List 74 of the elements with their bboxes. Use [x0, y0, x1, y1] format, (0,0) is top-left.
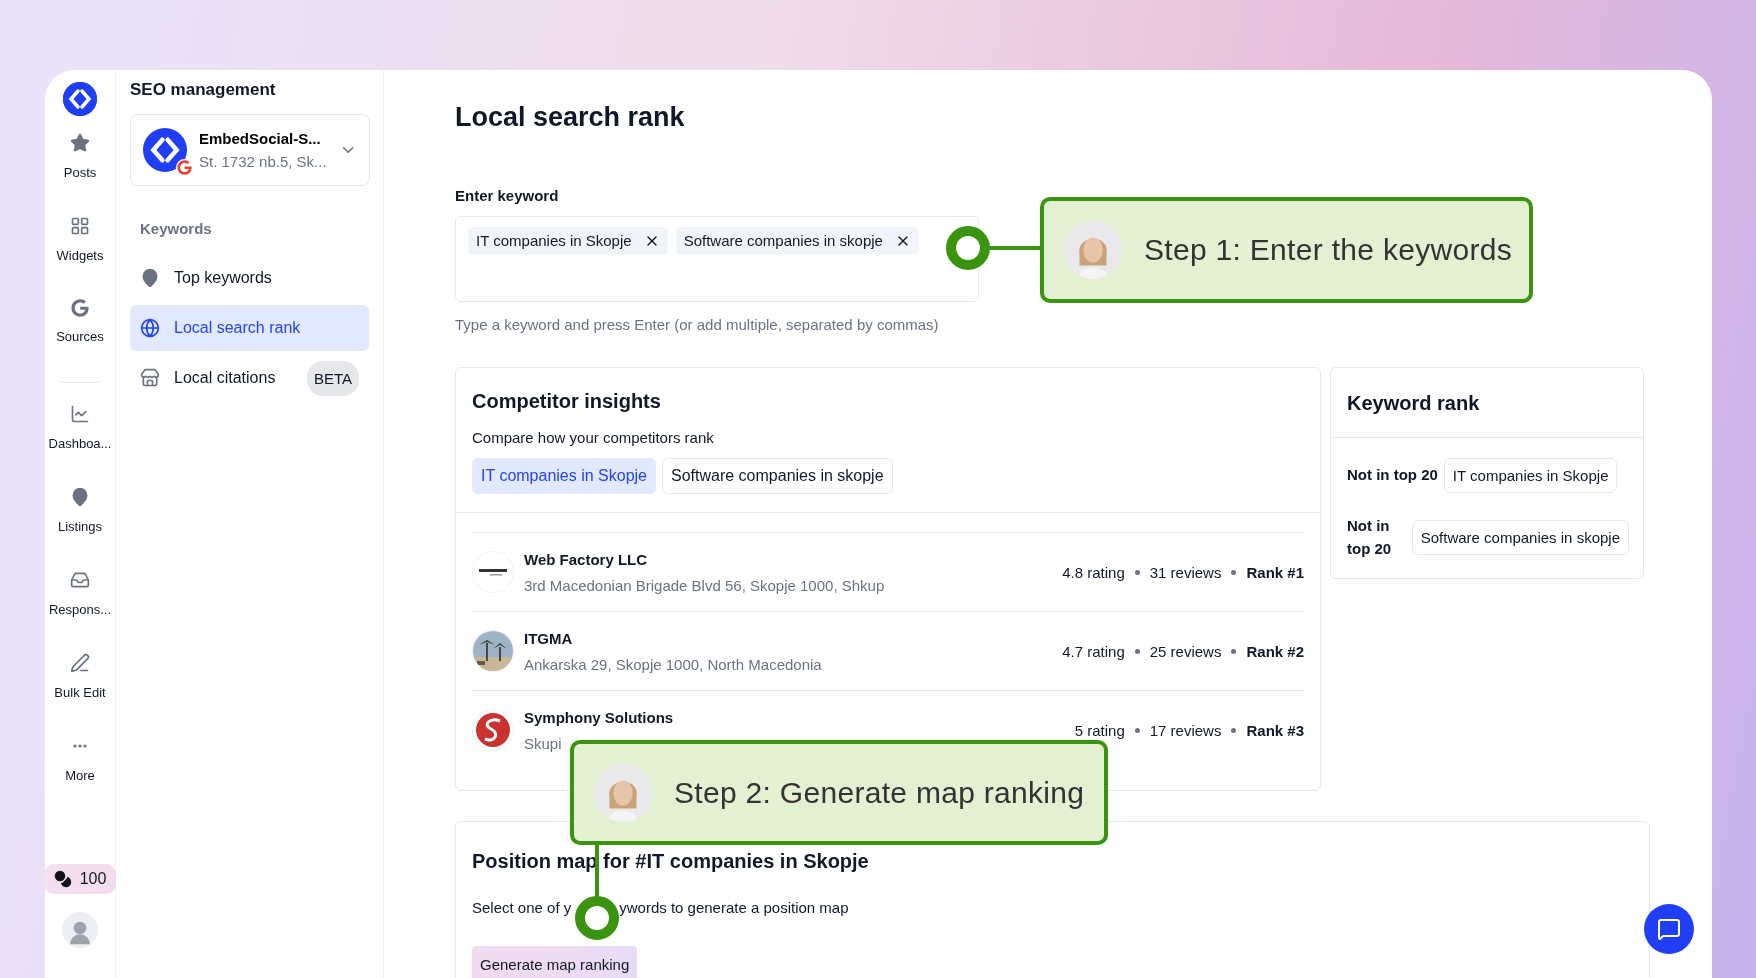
keyword-tag: IT companies in Skopje [468, 227, 668, 254]
inbox-icon [70, 570, 90, 590]
section-heading: Keywords [140, 220, 213, 237]
card-title: Position map for #IT companies in Skopje [472, 850, 870, 873]
nav-item[interactable]: Listings [45, 487, 115, 570]
competitor-address: Skupi [524, 734, 563, 752]
nav-item[interactable]: Widgets [45, 216, 115, 299]
beta-badge: BETA [306, 360, 359, 396]
account-address: St. 1732 nb.5, Sk... [199, 153, 327, 170]
keyword-input[interactable]: IT companies in Skopje Software companies in skopje [455, 216, 979, 302]
pin-icon [70, 487, 90, 507]
logo-icon [478, 566, 508, 578]
pen-icon [70, 653, 90, 673]
rank-status: Not in top 20 [1347, 516, 1393, 559]
chat-button[interactable] [1644, 904, 1694, 954]
competitor-name: ITGMA [524, 629, 574, 647]
sidebar-item[interactable]: Local citations BETA [130, 355, 369, 401]
keyword-chip: Software companies in skopje [1411, 520, 1629, 555]
globe-icon [140, 318, 160, 338]
rank-text: Rank #2 [1246, 642, 1304, 660]
grid-icon [70, 216, 90, 236]
card-title: Competitor insights [472, 390, 662, 413]
nav-item[interactable]: Dashboa... [45, 404, 115, 487]
rating-text: 5 rating [1074, 721, 1125, 739]
competitor-name: Symphony Solutions [524, 708, 674, 726]
card-text: Select one of y [472, 899, 572, 916]
coins-icon [53, 870, 72, 888]
keyword-tag: Software companies in skopje [675, 227, 919, 254]
account-selector[interactable]: EmbedSocial-S... St. 1732 nb.5, Sk... [130, 114, 370, 186]
nav-item[interactable]: More [45, 736, 115, 819]
logo-icon [143, 128, 187, 172]
card-title: Keyword rank [1347, 392, 1481, 415]
page-title: Local search rank [455, 102, 686, 133]
store-icon [140, 368, 160, 388]
reviews-count: 31 reviews [1149, 563, 1222, 581]
card-subtitle: Compare how your competitors rank [472, 429, 715, 446]
competitor-address: 3rd Macedonian Brigade Blvd 56, Skopje 1000, Shkup [524, 576, 885, 594]
field-label: Enter keyword [455, 187, 560, 204]
card-text: ywords to generate a position map [619, 899, 849, 916]
pin-icon [140, 268, 160, 288]
sidebar-title: SEO management [130, 80, 277, 100]
rank-status: Not in top 20 [1347, 465, 1438, 486]
nav-item[interactable]: Sources [45, 299, 115, 382]
nav-item[interactable]: Posts [45, 133, 115, 216]
logo-icon [475, 712, 511, 748]
callout-text: Step 1: Enter the keywords [1144, 233, 1512, 267]
google-icon [71, 299, 89, 317]
sidebar-item[interactable]: Top keywords [130, 255, 369, 301]
rank-text: Rank #1 [1246, 563, 1304, 581]
chat-icon [1657, 917, 1681, 941]
star-icon [70, 133, 90, 153]
logo-icon [63, 82, 97, 116]
keyword-chip: IT companies in Skopje [1443, 458, 1618, 493]
account-name: EmbedSocial-S... [199, 130, 322, 147]
competitor-name: Web Factory LLC [524, 550, 649, 568]
credits-badge: 100 [45, 864, 117, 894]
competitor-address: Ankarska 29, Skopje 1000, North Macedonia [524, 655, 822, 673]
google-icon [177, 160, 192, 175]
keyword-filter[interactable]: Software companies in skopje [662, 458, 893, 494]
chart-icon [70, 404, 90, 424]
reviews-count: 25 reviews [1149, 642, 1222, 660]
keyword-filter[interactable]: IT companies in Skopje [472, 458, 656, 494]
callout-text: Step 2: Generate map ranking [674, 775, 1085, 810]
step-marker [946, 226, 990, 270]
rating-text: 4.8 rating [1062, 563, 1125, 581]
rating-text: 4.7 rating [1062, 642, 1125, 660]
nav-item[interactable]: Bulk Edit [45, 653, 115, 736]
generate-button[interactable]: Generate map ranking [472, 946, 638, 978]
nav-item[interactable]: Respons... [45, 570, 115, 653]
field-hint: Type a keyword and press Enter (or add multiple, separated by commas) [455, 316, 940, 333]
more-icon [73, 744, 87, 748]
sidebar-item[interactable]: Local search rank [130, 305, 369, 351]
rank-text: Rank #3 [1246, 721, 1304, 739]
reviews-count: 17 reviews [1149, 721, 1222, 739]
